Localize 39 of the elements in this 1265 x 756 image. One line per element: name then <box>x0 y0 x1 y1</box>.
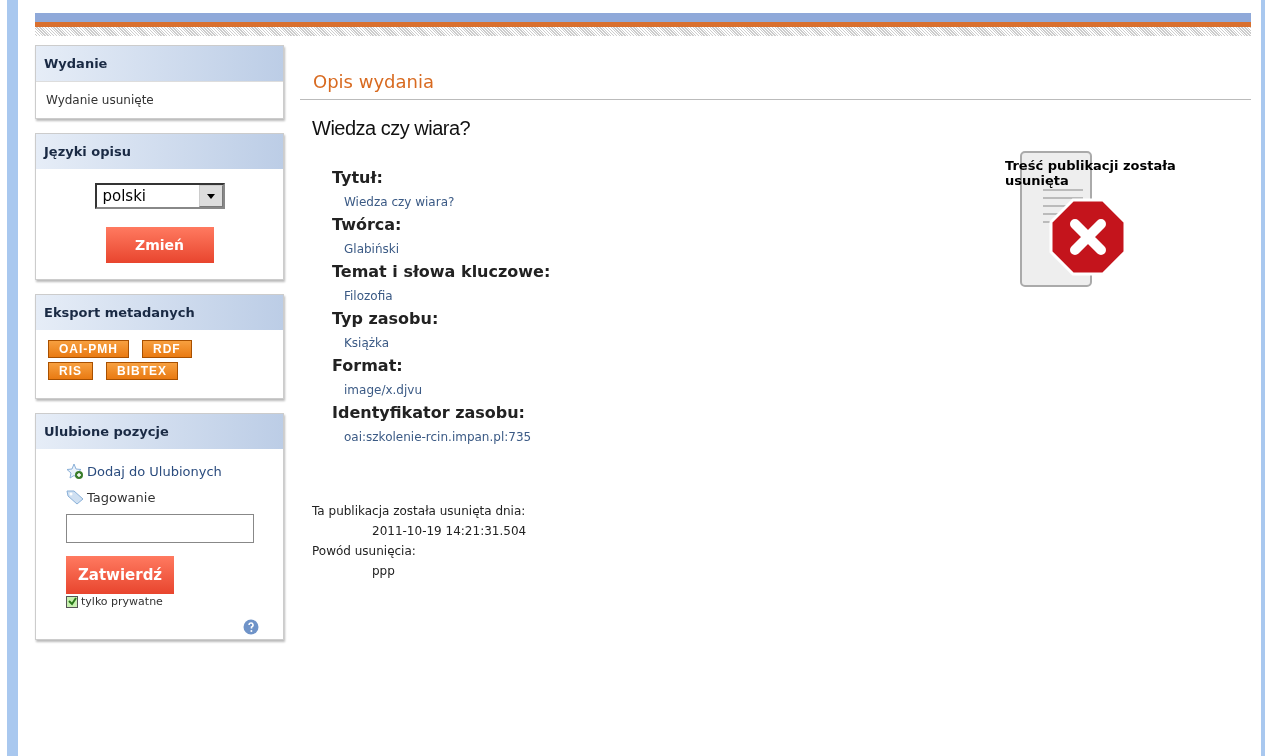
tag-icon <box>66 489 84 505</box>
tag-input[interactable] <box>66 514 254 543</box>
panel-title: Wydanie <box>36 46 283 81</box>
field-label: Typ zasobu: <box>332 309 440 328</box>
star-add-icon <box>66 463 84 480</box>
deletion-date-label: Ta publikacja została usunięta dnia: <box>312 504 527 518</box>
field-label: Format: <box>332 356 404 375</box>
publication-title: Wiedza czy wiara? <box>312 117 472 140</box>
field-value: Wiedza czy wiara? <box>343 194 456 209</box>
deletion-date: 2011-10-19 14:21:31.504 <box>371 524 528 538</box>
field-label: Identyfikator zasobu: <box>332 403 526 422</box>
export-format-button[interactable]: OAI-PMH <box>48 340 129 358</box>
field-value: Książka <box>343 335 391 350</box>
change-button[interactable]: Zmień <box>105 227 214 263</box>
checkbox[interactable] <box>66 595 78 608</box>
add-to-favorites-link[interactable]: Dodaj do Ulubionych <box>87 464 222 479</box>
field-value: Filozofia <box>343 288 394 303</box>
field-label: Tytuł: <box>332 168 384 187</box>
content-removed-notice: Treść publikacji została usunięta <box>1005 158 1177 188</box>
field-label: Twórca: <box>332 215 403 234</box>
deletion-reason: ppp <box>371 564 396 578</box>
export-format-button[interactable]: RDF <box>142 340 192 358</box>
panel-title: Języki opisu <box>36 134 283 169</box>
export-format-button[interactable]: RIS <box>48 362 93 380</box>
checkbox-label: tylko prywatne <box>81 595 163 608</box>
export-format-button[interactable]: BIBTEX <box>106 362 179 380</box>
tagging-label: Tagowanie <box>87 489 156 505</box>
panel-title: Ulubione pozycje <box>36 414 283 449</box>
field-value: image/x.djvu <box>343 382 423 397</box>
deletion-reason-label: Powód usunięcia: <box>312 544 417 558</box>
edition-status: Wydanie usunięte <box>36 81 283 118</box>
field-value: oai:szkolenie-rcin.impan.pl:735 <box>343 429 533 444</box>
field-value: Glabiński <box>343 241 401 256</box>
field-label: Temat i słowa kluczowe: <box>332 262 552 281</box>
language-select[interactable]: polski <box>94 183 225 209</box>
submit-button[interactable]: Zatwierdź <box>66 556 174 594</box>
panel-title: Eksport metadanych <box>36 295 283 330</box>
section-heading: Opis wydania <box>300 71 1251 100</box>
help-icon[interactable] <box>243 619 259 635</box>
